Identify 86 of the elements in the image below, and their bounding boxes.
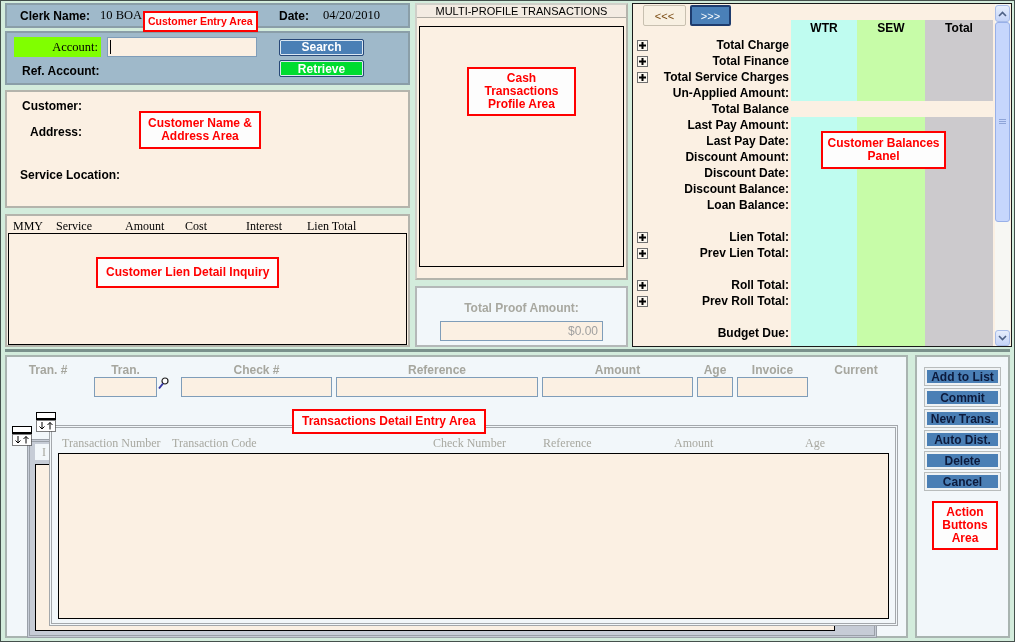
- balance-cell: [925, 85, 993, 101]
- callout-label: Customer Name & Address Area: [139, 111, 261, 149]
- row-label: Roll Total:: [731, 277, 790, 293]
- row-label: Total Charge: [716, 37, 790, 53]
- column-header: Interest: [246, 220, 283, 233]
- column-header: Reference: [543, 437, 593, 450]
- balance-cell: [925, 117, 993, 133]
- row-label: Total Balance: [711, 101, 790, 117]
- plus-icon[interactable]: [637, 39, 648, 51]
- column-header: Transaction Code: [172, 437, 258, 450]
- callout-label: Customer Entry Area: [143, 11, 258, 32]
- callout-label: Transactions Detail Entry Area: [292, 409, 486, 434]
- date-value: 04/20/2010: [323, 8, 380, 23]
- chevron-down-icon: [998, 335, 1007, 341]
- row-label: Total Service Charges: [663, 69, 790, 85]
- column-header: Amount: [674, 437, 715, 450]
- column-header: Cost: [185, 220, 208, 233]
- callout-label: Action Buttons Area: [932, 501, 998, 550]
- plus-icon[interactable]: [637, 231, 648, 243]
- balance-cell: [791, 117, 857, 133]
- action-button[interactable]: Delete: [924, 451, 1001, 470]
- row-label: Last Pay Date:: [706, 133, 790, 149]
- account-input[interactable]: [107, 37, 257, 57]
- column-header: Total: [925, 20, 993, 37]
- action-button[interactable]: Auto Dist.: [924, 430, 1001, 449]
- scroll-down-button[interactable]: [995, 330, 1010, 346]
- proof-label: Total Proof Amount:: [464, 301, 579, 315]
- column-header: Service: [56, 220, 93, 233]
- row-label: Discount Date:: [704, 165, 790, 181]
- column-header: MMY: [13, 220, 44, 233]
- account-label: Account:: [14, 37, 101, 57]
- action-button[interactable]: Commit: [924, 388, 1001, 407]
- plus-icon[interactable]: [637, 295, 648, 307]
- panel-title: MULTI-PROFILE TRANSACTIONS: [417, 5, 626, 18]
- field-label: Age: [702, 363, 728, 377]
- field-label: Invoice: [750, 363, 795, 377]
- field-label: Current: [833, 363, 879, 377]
- balance-cell: [857, 85, 925, 101]
- scrollbar-thumb[interactable]: [995, 22, 1010, 222]
- plus-icon[interactable]: [637, 71, 648, 83]
- action-button[interactable]: New Trans.: [924, 409, 1001, 428]
- plus-icon[interactable]: [637, 279, 648, 291]
- row-label: Discount Balance:: [684, 181, 790, 197]
- field-label: Amount: [593, 363, 642, 377]
- column-header: Amount: [125, 220, 166, 233]
- date-label: Date:: [279, 8, 309, 23]
- row-label: Prev Roll Total:: [701, 293, 790, 309]
- callout-label: Cash Transactions Profile Area: [467, 67, 576, 116]
- row-label: Un-Applied Amount:: [672, 85, 790, 101]
- chevron-up-icon: [998, 10, 1007, 17]
- page-forward-button[interactable]: >>>: [690, 5, 731, 26]
- plus-icon[interactable]: [637, 55, 648, 67]
- clerk-label: Clerk Name:: [20, 8, 91, 23]
- field-label: Tran.: [110, 363, 141, 377]
- column-header: SEW: [857, 20, 925, 37]
- scrollbar-track[interactable]: [995, 4, 1010, 346]
- field-label: Address:: [29, 125, 82, 139]
- ref-account-label: Ref. Account:: [21, 63, 100, 78]
- column-header: WTR: [791, 20, 857, 37]
- field-label: Service Location:: [20, 168, 121, 182]
- column-header: Lien Total: [307, 220, 357, 233]
- field-label: Customer:: [22, 99, 82, 113]
- clerk-value: 10 BOA: [100, 8, 143, 23]
- callout-label: Customer Lien Detail Inquiry: [96, 257, 280, 288]
- scroll-up-button[interactable]: [995, 5, 1010, 22]
- page-back-button[interactable]: <<<: [643, 5, 686, 26]
- row-label: Budget Due:: [717, 325, 790, 341]
- field-label: Tran. #: [27, 363, 69, 377]
- row-label: Prev Lien Total:: [699, 245, 790, 261]
- field-label: Check #: [232, 363, 281, 377]
- row-label: Last Pay Amount:: [687, 117, 790, 133]
- column-header: Check Number: [433, 437, 507, 450]
- plus-icon[interactable]: [637, 247, 648, 259]
- grip-icon: [999, 119, 1006, 125]
- proof-amount-field: $0.00: [440, 321, 603, 341]
- search-button[interactable]: Search: [279, 38, 364, 56]
- row-label: Loan Balance:: [706, 197, 790, 213]
- row-label: Lien Total:: [729, 229, 790, 245]
- action-button[interactable]: Cancel: [924, 472, 1001, 491]
- column-header: Age: [805, 437, 825, 450]
- balance-cell: [791, 85, 857, 101]
- callout-label: Customer Balances Panel: [821, 131, 946, 169]
- field-label: Reference: [407, 363, 467, 377]
- row-label: Total Finance: [712, 53, 790, 69]
- row-label: Discount Amount:: [685, 149, 790, 165]
- action-button[interactable]: Add to List: [924, 367, 1001, 386]
